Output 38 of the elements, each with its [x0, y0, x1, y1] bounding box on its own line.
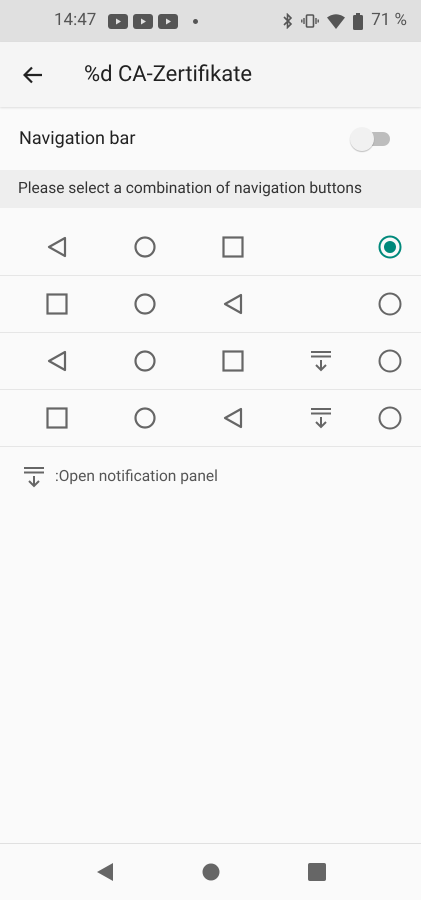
- pull-down-icon: [310, 350, 332, 372]
- legend-text: :Open notification panel: [55, 466, 218, 487]
- play-icon: [108, 14, 128, 28]
- triangle-icon: [223, 407, 243, 429]
- battery-percentage: 71 %: [371, 9, 407, 32]
- battery-icon: [353, 12, 364, 30]
- radio-button[interactable]: [378, 235, 402, 259]
- play-icon: [158, 14, 178, 28]
- triangle-icon: [47, 236, 67, 258]
- dot-icon: [193, 18, 198, 24]
- back-arrow-icon: [23, 66, 43, 84]
- vibrate-icon: [301, 14, 320, 28]
- wifi-icon: [327, 14, 346, 28]
- circle-icon: [134, 407, 156, 429]
- square-icon: [222, 236, 244, 258]
- home-icon[interactable]: [202, 863, 220, 881]
- navigation-bar-setting[interactable]: Navigation bar: [0, 107, 421, 170]
- bluetooth-icon: [283, 13, 294, 29]
- pull-down-icon: [310, 407, 332, 429]
- back-icon[interactable]: [96, 862, 114, 882]
- play-icon: [133, 14, 154, 28]
- setting-label: Navigation bar: [19, 127, 136, 151]
- triangle-icon: [223, 293, 243, 315]
- section-header: Please select a combination of navigation buttons: [0, 170, 421, 208]
- square-icon: [222, 350, 244, 372]
- circle-icon: [134, 236, 156, 258]
- circle-icon: [134, 293, 156, 315]
- square-icon: [46, 407, 68, 429]
- square-icon: [46, 293, 68, 315]
- radio-button[interactable]: [378, 349, 402, 373]
- pull-down-icon: [23, 466, 45, 488]
- radio-button[interactable]: [378, 292, 402, 316]
- recents-icon[interactable]: [308, 863, 326, 881]
- circle-icon: [134, 350, 156, 372]
- radio-button[interactable]: [378, 406, 402, 430]
- clock: 14:47: [54, 9, 96, 32]
- triangle-icon: [47, 350, 67, 372]
- screen-title: %d CA-Zertifikate: [84, 61, 252, 89]
